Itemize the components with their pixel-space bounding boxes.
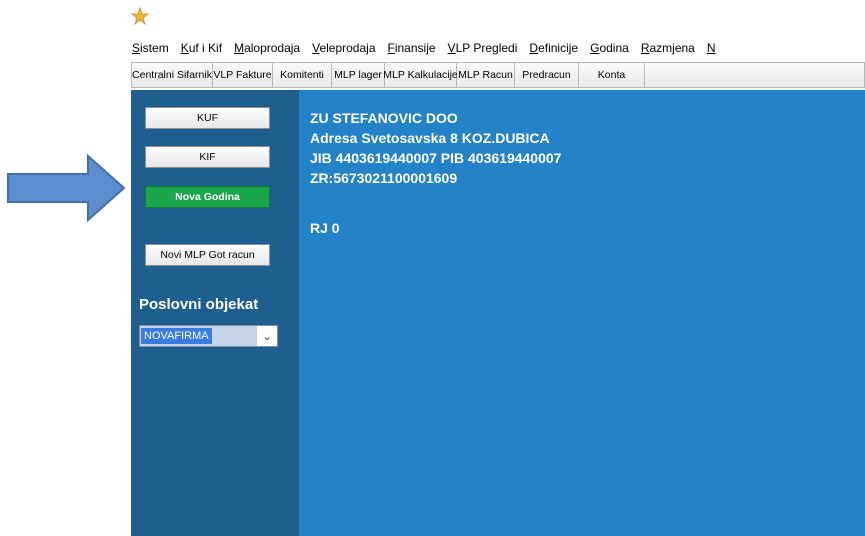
- company-account: ZR:5673021100001609: [310, 170, 458, 186]
- chevron-down-icon[interactable]: ⌄: [257, 326, 277, 346]
- kif-button[interactable]: KIF: [145, 146, 270, 168]
- company-address: Adresa Svetosavska 8 KOZ.DUBICA: [310, 130, 550, 146]
- pointer-arrow-icon: [7, 153, 126, 223]
- app-star-icon: [131, 6, 149, 26]
- toolbar-vlp-fakture-button[interactable]: VLP Fakture: [213, 62, 273, 88]
- poslovni-objekat-select[interactable]: NOVAFIRMA ⌄: [139, 325, 278, 347]
- toolbar-predracun-button[interactable]: Predracun: [515, 62, 579, 88]
- toolbar-mlp-racun-button[interactable]: MLP Racun: [457, 62, 515, 88]
- kuf-button[interactable]: KUF: [145, 107, 270, 129]
- application-window: Sistem Kuf i Kif Maloprodaja Veleprodaja…: [131, 0, 865, 536]
- menu-kuf-i-kif[interactable]: Kuf i Kif: [175, 41, 228, 55]
- company-ids: JIB 4403619440007 PIB 403619440007: [310, 150, 562, 166]
- toolbar-mlp-lager-button[interactable]: MLP lager: [332, 62, 385, 88]
- toolbar-centralni-sifarnik-button[interactable]: Centralni Sifarnik: [131, 62, 213, 88]
- menu-maloprodaja[interactable]: Maloprodaja: [228, 41, 306, 55]
- menu-bar: Sistem Kuf i Kif Maloprodaja Veleprodaja…: [131, 36, 865, 60]
- company-info: ZU STEFANOVIC DOO Adresa Svetosavska 8 K…: [310, 108, 561, 188]
- menu-godina[interactable]: Godina: [584, 41, 635, 55]
- menu-veleprodaja[interactable]: Veleprodaja: [306, 41, 381, 55]
- toolbar-empty-slot: [645, 62, 865, 88]
- poslovni-objekat-value: NOVAFIRMA: [141, 328, 212, 344]
- sidebar: KUF KIF Nova Godina Novi MLP Got racun P…: [131, 90, 299, 536]
- toolbar: Centralni Sifarnik VLP Fakture Komitenti…: [131, 62, 865, 88]
- toolbar-mlp-kalkulacije-button[interactable]: MLP Kalkulacije: [383, 62, 458, 88]
- toolbar-konta-button[interactable]: Konta: [579, 62, 645, 88]
- menu-vlp-pregledi[interactable]: VLP Pregledi: [442, 41, 524, 55]
- menu-sistem[interactable]: Sistem: [131, 41, 175, 55]
- company-name: ZU STEFANOVIC DOO: [310, 110, 458, 126]
- novi-mlp-got-racun-button[interactable]: Novi MLP Got racun: [145, 244, 270, 266]
- menu-more[interactable]: N: [701, 41, 722, 55]
- nova-godina-button[interactable]: Nova Godina: [145, 186, 270, 208]
- rj-label: RJ 0: [310, 220, 340, 236]
- menu-finansije[interactable]: Finansije: [382, 41, 442, 55]
- toolbar-komitenti-button[interactable]: Komitenti: [273, 62, 332, 88]
- menu-definicije[interactable]: Definicije: [523, 41, 584, 55]
- poslovni-objekat-label: Poslovni objekat: [139, 296, 259, 313]
- menu-razmjena[interactable]: Razmjena: [635, 41, 701, 55]
- main-panel: ZU STEFANOVIC DOO Adresa Svetosavska 8 K…: [299, 90, 865, 536]
